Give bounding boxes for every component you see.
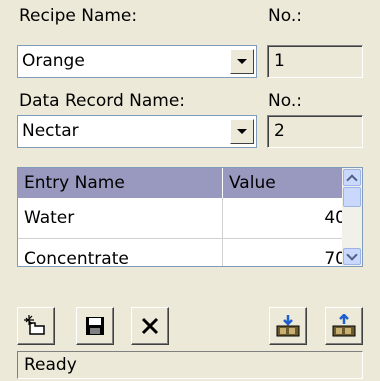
table-header: Entry Name Value [18, 168, 352, 198]
save-button[interactable] [76, 307, 114, 345]
table-row[interactable]: Concentrate 70 [18, 239, 352, 266]
table-scrollbar[interactable] [342, 168, 362, 266]
recipe-name-dropdown[interactable]: Orange [17, 45, 257, 78]
new-record-icon [24, 315, 45, 335]
save-icon [86, 317, 104, 335]
export-button[interactable] [325, 307, 363, 345]
entry-value-cell[interactable]: 70 [223, 239, 352, 266]
recipe-name-label: Recipe Name: [19, 6, 138, 26]
scroll-down-button[interactable] [343, 248, 361, 265]
chevron-down-icon [237, 129, 247, 134]
import-button[interactable] [269, 307, 307, 345]
chevron-up-icon [346, 173, 358, 186]
data-record-name-dropdown[interactable]: Nectar [17, 115, 257, 148]
data-record-no-label: No.: [268, 91, 302, 111]
column-header-entry-name[interactable]: Entry Name [18, 168, 223, 198]
chevron-down-icon [237, 59, 247, 64]
export-icon [332, 314, 356, 337]
recipe-number-field: 1 [267, 45, 363, 78]
delete-icon [141, 317, 159, 335]
scroll-up-button[interactable] [343, 169, 361, 186]
entry-name-cell: Water [18, 198, 223, 238]
recipe-dropdown-button[interactable] [230, 49, 254, 74]
column-header-value[interactable]: Value [223, 168, 352, 198]
entry-table: Entry Name Value Water 40 Concentrate 70 [17, 167, 363, 267]
entry-name-cell: Concentrate [18, 239, 223, 266]
import-icon [276, 315, 300, 337]
entry-value-cell[interactable]: 40 [223, 198, 352, 238]
data-record-name-value: Nectar [22, 121, 79, 141]
data-record-dropdown-button[interactable] [230, 119, 254, 144]
new-record-button[interactable] [17, 307, 55, 345]
status-bar: Ready [17, 351, 363, 379]
recipe-no-label: No.: [268, 6, 302, 26]
table-row[interactable]: Water 40 [18, 198, 352, 238]
chevron-down-icon [346, 248, 358, 261]
recipe-name-value: Orange [22, 51, 85, 71]
data-record-number-field: 2 [267, 115, 363, 148]
data-record-name-label: Data Record Name: [19, 91, 186, 111]
delete-button[interactable] [131, 307, 169, 345]
scroll-thumb[interactable] [343, 187, 361, 207]
